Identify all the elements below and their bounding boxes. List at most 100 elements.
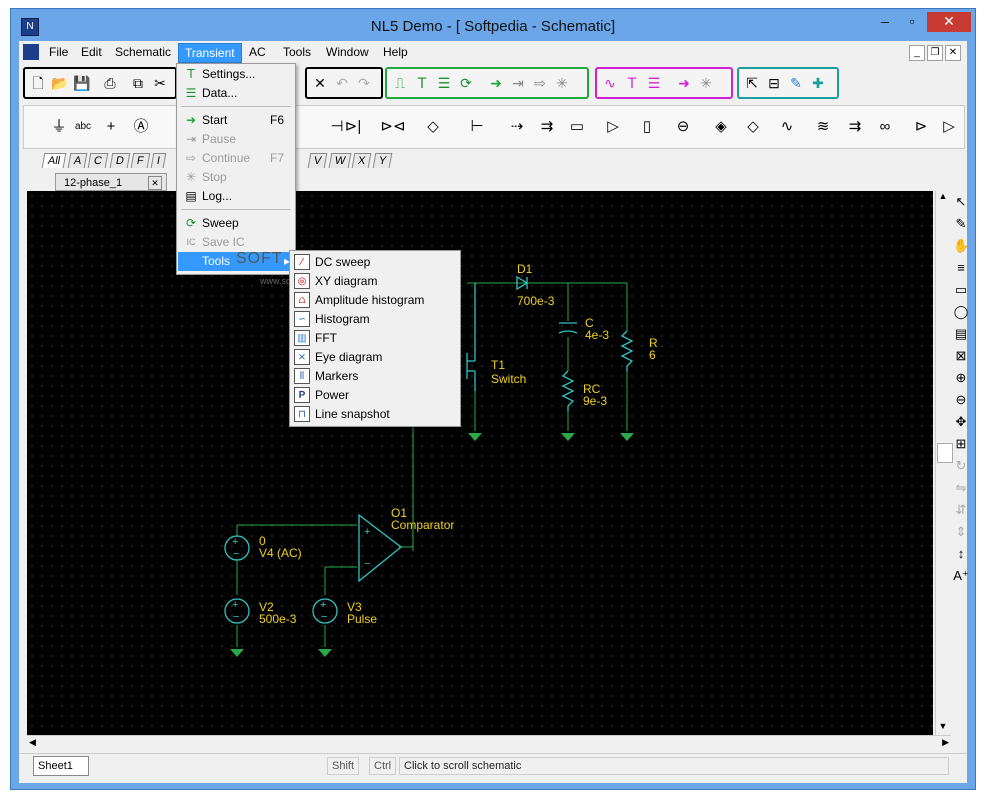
flip-icon[interactable]: ⇋ xyxy=(953,477,969,499)
menu-edit[interactable]: Edit xyxy=(75,43,108,61)
probe-icon[interactable]: ✎ xyxy=(787,74,805,92)
transient-data-icon[interactable]: ⎍ xyxy=(391,74,409,92)
submenu-dc-sweep[interactable]: ⁄ DC sweep xyxy=(291,253,459,272)
tab-c[interactable]: C xyxy=(87,153,109,168)
schematic-canvas[interactable]: + − + − + − + − D1 700e-3 C 4e-3 RC 9e-3 R 6… xyxy=(27,191,933,735)
transient-table-icon[interactable]: ☰ xyxy=(435,74,453,92)
submenu-line-snapshot[interactable]: ⊓ Line snapshot xyxy=(291,405,459,424)
thyristor-component-icon[interactable]: ⊢ xyxy=(464,116,490,138)
transient-pause-icon[interactable]: ⇥ xyxy=(509,74,527,92)
horizontal-scrollbar[interactable]: ◀ ▶ xyxy=(27,735,951,752)
close-tab-icon[interactable]: ✕ xyxy=(148,176,162,190)
scroll-down-icon[interactable]: ▼ xyxy=(936,721,950,735)
text-block-icon[interactable]: ▤ xyxy=(953,323,969,345)
zener-component-icon[interactable]: ⊳⊲ xyxy=(380,116,406,138)
menu-schematic[interactable]: Schematic xyxy=(109,43,177,61)
mdi-doc-icon[interactable] xyxy=(23,44,39,60)
menu-file[interactable]: File xyxy=(43,43,74,61)
maximize-window-button[interactable]: ▫ xyxy=(903,12,921,32)
submenu-xy-diagram[interactable]: ◎ XY diagram xyxy=(291,272,459,291)
add-trace-icon[interactable]: ✚ xyxy=(809,74,827,92)
vertical-scrollbar[interactable]: ▲ ▼ xyxy=(935,191,953,735)
mdi-close-button[interactable]: ✕ xyxy=(945,45,961,61)
transient-settings-icon[interactable]: Ｔ xyxy=(413,74,431,92)
menu-stop-item[interactable]: ✳ Stop xyxy=(178,168,294,187)
transient-sweep-icon[interactable]: ⟳ xyxy=(457,74,475,92)
cut-icon[interactable]: ✂ xyxy=(151,74,169,92)
ammeter-component-icon[interactable]: Ⓐ xyxy=(128,116,154,138)
scroll-left-icon[interactable]: ◀ xyxy=(29,737,36,748)
export-icon[interactable]: ⇱ xyxy=(743,74,761,92)
transformer3-component-icon[interactable]: ∞ xyxy=(872,116,898,138)
zoom-in-icon[interactable]: ⊕ xyxy=(953,367,969,389)
fit-all-icon[interactable]: ✥ xyxy=(953,411,969,433)
amplifier-component-icon[interactable]: ▷ xyxy=(600,116,626,138)
copy-icon[interactable]: ⧉ xyxy=(129,74,147,92)
submenu-eye-diagram[interactable]: ⨯ Eye diagram xyxy=(291,348,459,367)
menu-start-item[interactable]: ➜ Start F6 xyxy=(178,111,294,130)
label-component-icon[interactable]: abc xyxy=(70,116,96,138)
menu-continue-item[interactable]: ⇨ Continue F7 xyxy=(178,149,294,168)
coupled-inductor-component-icon[interactable]: ≋ xyxy=(810,116,836,138)
minimize-window-button[interactable]: – xyxy=(877,12,893,32)
ellipse-icon[interactable]: ◯ xyxy=(953,301,969,323)
document-tab[interactable]: 12-phase_1 ✕ xyxy=(55,173,167,191)
fit-box-icon[interactable]: ⊠ xyxy=(953,345,969,367)
grid-icon[interactable]: ⊞ xyxy=(953,433,969,455)
delete-icon[interactable]: ✕ xyxy=(311,74,329,92)
transient-stop-icon[interactable]: ✳ xyxy=(553,74,571,92)
tab-v[interactable]: V xyxy=(307,153,328,168)
tab-f[interactable]: F xyxy=(130,153,150,168)
print-icon[interactable]: ⎙ xyxy=(101,74,119,92)
tab-i[interactable]: I xyxy=(150,153,167,168)
rotate-icon[interactable]: ↻ xyxy=(953,455,969,477)
menu-settings-item[interactable]: Ｔ Settings... xyxy=(178,65,294,84)
menu-data-item[interactable]: ☰ Data... xyxy=(178,84,294,103)
zoom-out-icon[interactable]: ⊖ xyxy=(953,389,969,411)
gate-component-icon[interactable]: ▷ xyxy=(936,116,962,138)
scroll-up-icon[interactable]: ▲ xyxy=(936,191,950,205)
menu-ac[interactable]: AC xyxy=(243,43,272,61)
lines-icon[interactable]: ≡ xyxy=(953,257,969,279)
dep-source-component-icon[interactable]: ◈ xyxy=(708,116,734,138)
ground-component-icon[interactable]: ⏚ xyxy=(46,116,72,138)
mirror-icon[interactable]: ⇵ xyxy=(953,499,969,521)
tab-x[interactable]: X xyxy=(352,153,373,168)
new-file-icon[interactable]: 🗋 xyxy=(29,74,47,92)
relay-component-icon[interactable]: ⇉ xyxy=(534,116,560,138)
submenu-fft[interactable]: ▥ FFT xyxy=(291,329,459,348)
close-window-button[interactable]: ✕ xyxy=(927,12,971,32)
open-folder-icon[interactable]: 📂 xyxy=(51,74,69,92)
mdi-restore-button[interactable]: ❐ xyxy=(927,45,943,61)
node-component-icon[interactable]: + xyxy=(98,116,124,138)
menu-window[interactable]: Window xyxy=(320,43,375,61)
block-component-icon[interactable]: ▯ xyxy=(634,116,660,138)
font-icon[interactable]: A⁺ xyxy=(953,565,969,587)
diode-component-icon[interactable]: ⊳| xyxy=(340,116,366,138)
submenu-markers[interactable]: ⦀ Markers xyxy=(291,367,459,386)
rectangle-icon[interactable]: ▭ xyxy=(953,279,969,301)
transformer-component-icon[interactable]: ⇉ xyxy=(842,116,868,138)
pen-icon[interactable]: ✎ xyxy=(953,213,969,235)
tab-all[interactable]: All xyxy=(41,153,67,168)
redo-icon[interactable]: ↷ xyxy=(355,74,373,92)
align-icon[interactable]: ⇕ xyxy=(953,521,969,543)
bridge-component-icon[interactable]: ◇ xyxy=(420,116,446,138)
tab-w[interactable]: W xyxy=(328,153,352,168)
transient-continue-icon[interactable]: ⇨ xyxy=(531,74,549,92)
sheet-tab[interactable]: Sheet1 xyxy=(33,756,89,776)
transient-start-icon[interactable]: ➜ xyxy=(487,74,505,92)
select-cursor-icon[interactable]: ↖ xyxy=(953,191,969,213)
ac-start-icon[interactable]: ➜ xyxy=(675,74,693,92)
ac-settings-icon[interactable]: Ｔ xyxy=(623,74,641,92)
submenu-amplitude-histogram[interactable]: ⩍ Amplitude histogram xyxy=(291,291,459,310)
hand-pan-icon[interactable]: ✋ xyxy=(953,235,969,257)
inductor-component-icon[interactable]: ∿ xyxy=(774,116,800,138)
tab-d[interactable]: D xyxy=(109,153,130,168)
menu-transient[interactable]: Transient xyxy=(178,43,242,63)
menu-help[interactable]: Help xyxy=(377,43,414,61)
menu-sweep-item[interactable]: ⟳ Sweep xyxy=(178,214,294,233)
ac-table-icon[interactable]: ☰ xyxy=(645,74,663,92)
dep-current-component-icon[interactable]: ◇ xyxy=(740,116,766,138)
menu-tools[interactable]: Tools xyxy=(277,43,317,61)
